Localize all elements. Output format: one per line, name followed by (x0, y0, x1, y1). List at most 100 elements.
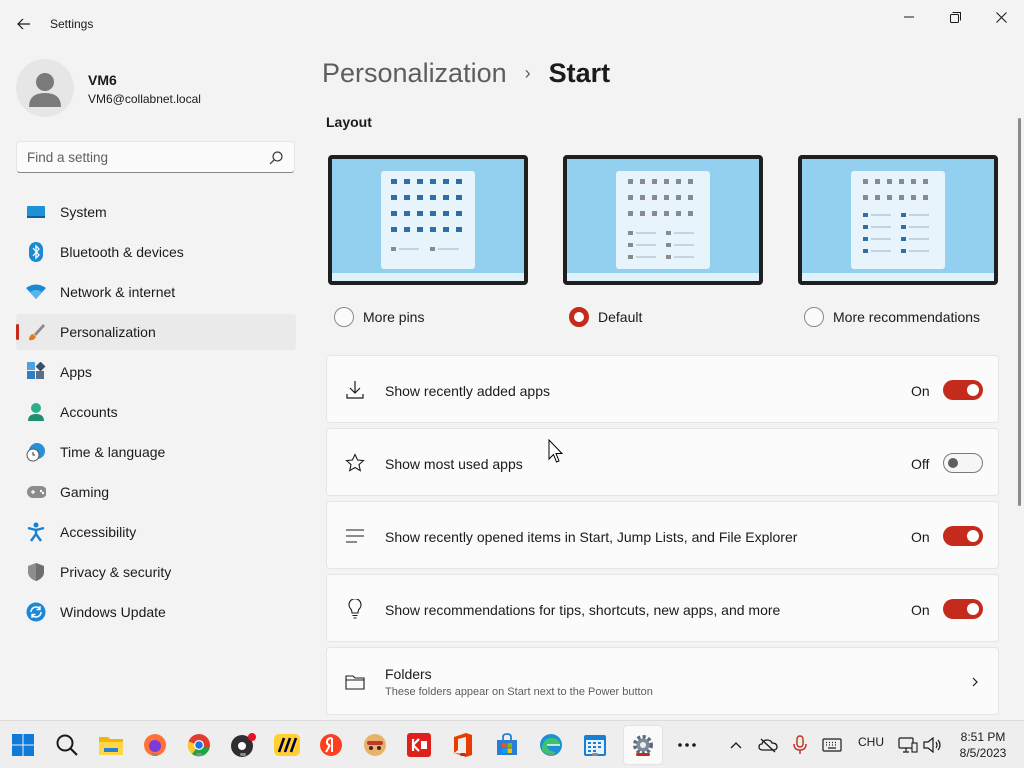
breadcrumb-parent[interactable]: Personalization (322, 58, 507, 89)
cloud-offline-icon (758, 738, 778, 753)
layout-option-default[interactable]: Default (563, 155, 763, 327)
settings-taskbar-button[interactable] (629, 731, 657, 759)
setting-label: Show recently opened items in Start, Jum… (385, 529, 798, 545)
folders-subtitle: These folders appear on Start next to th… (385, 686, 653, 698)
obs-button[interactable] (229, 731, 257, 759)
clock-date: 8/5/2023 (959, 746, 1007, 760)
toggle-state: Off (911, 456, 930, 472)
layout-preview-more-pins[interactable] (328, 155, 528, 285)
sidebar-item-network[interactable]: Network & internet (16, 274, 296, 310)
most-used-apps-toggle[interactable] (943, 453, 983, 473)
accessibility-icon (26, 522, 46, 542)
radio-button[interactable] (334, 307, 354, 327)
sidebar-item-personalization[interactable]: Personalization (16, 314, 296, 350)
microsoft-store-button[interactable] (493, 731, 521, 759)
touch-keyboard-button[interactable] (818, 731, 846, 759)
update-icon (26, 602, 46, 622)
onedrive-offline-button[interactable] (754, 731, 782, 759)
sidebar-item-accounts[interactable]: Accounts (16, 394, 296, 430)
scrollbar[interactable] (1018, 118, 1021, 506)
more-apps-button[interactable] (673, 731, 701, 759)
layout-preview-more-recommendations[interactable] (798, 155, 998, 285)
sidebar-item-label: Time & language (60, 444, 166, 460)
radio-button[interactable] (569, 307, 589, 327)
folders-title: Folders (385, 666, 432, 682)
clock[interactable]: 8:51 PM 8/5/2023 (948, 729, 1018, 761)
setting-recommendations: Show recommendations for tips, shortcuts… (326, 574, 999, 642)
sidebar-item-system[interactable]: System (16, 194, 296, 230)
chevron-up-icon (730, 742, 742, 749)
mascot-app-icon (364, 734, 386, 756)
radio-more-recommendations[interactable]: More recommendations (804, 307, 1024, 327)
avatar (16, 59, 74, 117)
sidebar-item-label: Bluetooth & devices (60, 244, 184, 260)
toggle-state: On (911, 383, 930, 399)
volume-button[interactable] (918, 731, 946, 759)
close-button[interactable] (978, 4, 1024, 30)
radio-more-pins[interactable]: More pins (334, 307, 554, 327)
title-bar: Settings (0, 0, 1024, 48)
accounts-icon (26, 402, 46, 422)
network-ethernet-icon (898, 737, 918, 753)
setting-label: Show recommendations for tips, shortcuts… (385, 602, 781, 618)
back-button[interactable] (10, 12, 38, 36)
restore-button[interactable] (932, 4, 978, 30)
sidebar-item-label: Gaming (60, 484, 110, 500)
search-input[interactable]: Find a setting (16, 141, 295, 173)
sidebar-item-label: Personalization (60, 324, 156, 340)
search-icon (269, 151, 283, 165)
kaspersky-button[interactable] (405, 731, 433, 759)
mouse-cursor-icon (548, 439, 564, 463)
sidebar-item-apps[interactable]: Apps (16, 354, 296, 390)
back-arrow-icon (17, 18, 30, 30)
close-icon (995, 11, 1007, 23)
office-button[interactable] (449, 731, 477, 759)
folders-row[interactable]: Folders These folders appear on Start ne… (326, 647, 999, 715)
breadcrumb-separator: › (524, 63, 531, 83)
calendar-button[interactable] (581, 731, 609, 759)
file-explorer-button[interactable] (97, 731, 125, 759)
start-button[interactable] (9, 731, 37, 759)
layout-preview-default[interactable] (563, 155, 763, 285)
yandex-browser-button[interactable] (317, 731, 345, 759)
user-email: VM6@collabnet.local (88, 92, 201, 106)
chrome-button[interactable] (185, 731, 213, 759)
radio-default[interactable]: Default (569, 307, 789, 327)
shield-icon (26, 562, 46, 582)
sidebar-item-bluetooth[interactable]: Bluetooth & devices (16, 234, 296, 270)
more-dots-icon (678, 743, 696, 747)
sidebar-item-windows-update[interactable]: Windows Update (16, 594, 296, 630)
sidebar-item-accessibility[interactable]: Accessibility (16, 514, 296, 550)
input-language-indicator[interactable]: CHU (858, 735, 884, 749)
microphone-button[interactable] (786, 731, 814, 759)
user-profile[interactable]: VM6 VM6@collabnet.local (16, 57, 296, 117)
minimize-button[interactable] (886, 4, 932, 30)
edge-button[interactable] (537, 731, 565, 759)
app-title: Settings (50, 17, 94, 31)
file-explorer-icon (99, 737, 123, 755)
recently-added-apps-toggle[interactable] (943, 380, 983, 400)
windows-logo-icon (12, 734, 34, 756)
layout-option-more-pins[interactable]: More pins (328, 155, 528, 327)
sidebar-item-privacy[interactable]: Privacy & security (16, 554, 296, 590)
gamepad-icon (26, 482, 46, 502)
store-icon (497, 733, 517, 755)
setting-recently-opened-items: Show recently opened items in Start, Jum… (326, 501, 999, 569)
app-mascot-button[interactable] (361, 731, 389, 759)
sidebar-item-time-language[interactable]: Time & language (16, 434, 296, 470)
show-hidden-icons-button[interactable] (722, 731, 750, 759)
recently-opened-items-toggle[interactable] (943, 526, 983, 546)
radio-button[interactable] (804, 307, 824, 327)
minimize-icon (904, 16, 914, 18)
avatar-icon (29, 73, 61, 107)
miro-button[interactable] (273, 731, 301, 759)
firefox-button[interactable] (141, 731, 169, 759)
taskbar-search-button[interactable] (53, 731, 81, 759)
yandex-icon (320, 734, 342, 756)
restore-icon (949, 11, 961, 23)
sidebar-item-label: Apps (60, 364, 92, 380)
recommendations-toggle[interactable] (943, 599, 983, 619)
layout-option-more-recommendations[interactable]: More recommendations (798, 155, 998, 327)
sidebar-item-gaming[interactable]: Gaming (16, 474, 296, 510)
sidebar-item-label: Network & internet (60, 284, 176, 300)
